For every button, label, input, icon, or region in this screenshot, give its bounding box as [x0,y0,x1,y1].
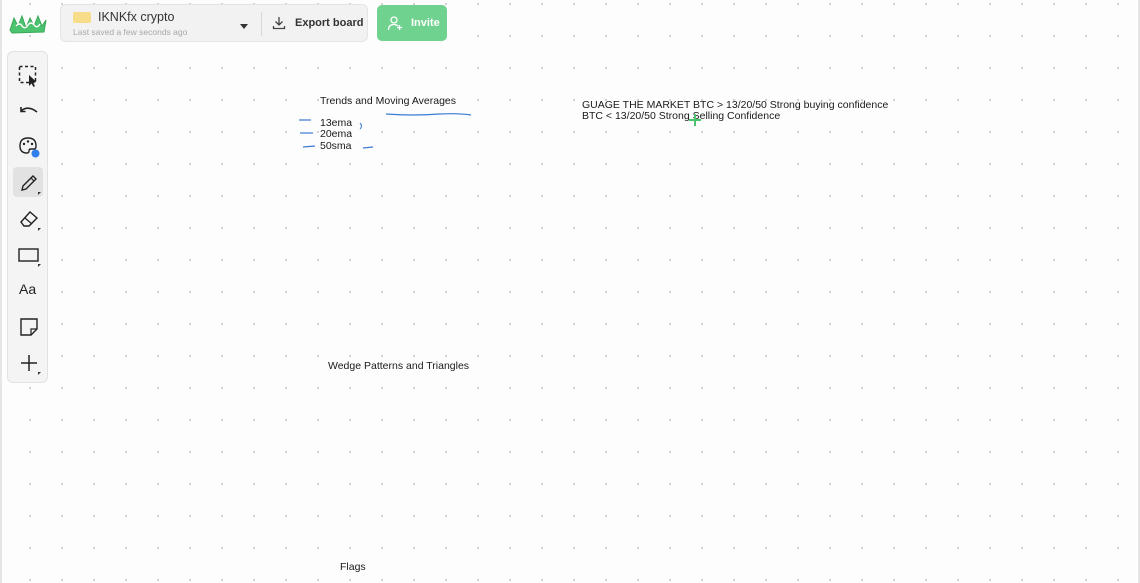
canvas-left-edge [0,0,2,583]
save-status: Last saved a few seconds ago [73,27,188,37]
select-tool[interactable] [13,60,43,90]
undo-tool[interactable] [13,96,43,126]
eraser-tool[interactable] [13,203,43,233]
ma-ink-strokes [299,119,374,149]
palette-icon [19,137,40,158]
pen-icon [21,175,37,191]
trends-title[interactable]: Trends and Moving Averages [320,95,456,107]
sticky-note-tool[interactable] [13,311,43,341]
board-header: IKNKfx crypto Last saved a few seconds a… [60,4,368,42]
text-tool[interactable]: Aa [13,275,43,305]
add-user-icon [387,15,403,31]
tool-palette: Aa [7,51,48,383]
board-thumbnail-icon [73,12,91,23]
underline-stroke [385,113,472,116]
pen-tool[interactable] [13,167,43,197]
plus-icon [21,355,37,371]
flags-title[interactable]: Flags [340,561,366,573]
chevron-down-icon[interactable] [239,18,249,29]
wedge-title[interactable]: Wedge Patterns and Triangles [328,360,469,372]
invite-label: Invite [411,17,440,29]
eraser-icon [20,211,39,227]
submenu-caret-icon [38,228,41,231]
text-icon: Aa [19,281,37,297]
whiteboard-canvas[interactable] [0,0,1140,583]
submenu-caret-icon [38,264,41,267]
color-palette-tool[interactable] [13,131,43,161]
add-tool[interactable] [13,347,43,377]
export-board-label: Export board [295,17,364,29]
cursor-crosshair-icon [689,114,701,126]
app-logo[interactable] [8,12,48,36]
undo-arrow-icon [20,107,38,113]
invite-button[interactable]: Invite [377,5,447,41]
submenu-caret-icon [38,192,41,195]
divider [261,12,262,36]
market-line-2[interactable]: BTC < 13/20/50 Strong Selling Confidence [582,110,780,122]
rectangle-icon [18,248,39,262]
download-icon [272,16,286,30]
rectangle-tool[interactable] [13,239,43,269]
board-name[interactable]: IKNKfx crypto [98,10,174,24]
export-board-button[interactable]: Export board [269,8,365,38]
select-cursor-icon [18,65,37,87]
sticky-note-icon [20,318,38,336]
submenu-caret-icon [38,372,41,375]
